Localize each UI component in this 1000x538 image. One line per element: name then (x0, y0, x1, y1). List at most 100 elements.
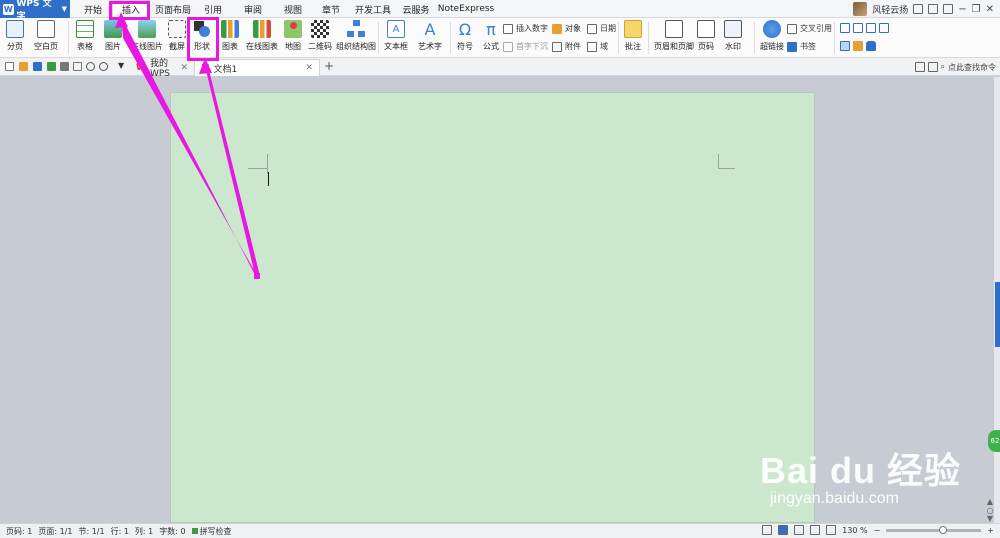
zoom-slider[interactable] (886, 525, 982, 534)
object-button[interactable]: 对象 (552, 23, 581, 34)
outline-view-icon[interactable] (794, 525, 805, 535)
tab-home[interactable]: 开始 (78, 0, 108, 18)
restore-icon[interactable]: ❐ (972, 4, 981, 15)
tab-page-layout[interactable]: 页面布局 (152, 0, 194, 18)
zoom-out-icon[interactable]: − (874, 526, 881, 535)
zoom-slider-knob[interactable] (938, 525, 947, 534)
open-icon[interactable] (19, 62, 28, 71)
shading-icon[interactable] (840, 41, 850, 51)
lock-icon[interactable] (866, 41, 876, 51)
insert-number-button[interactable]: 插入数字 (503, 23, 548, 34)
export-icon[interactable] (47, 62, 56, 71)
symbol-label: 符号 (457, 42, 473, 51)
tab-document1[interactable]: ▤ 文档1 ✕ (194, 59, 320, 76)
tab-cloud[interactable]: 云服务 (398, 0, 434, 18)
preview-icon[interactable] (73, 62, 82, 71)
tab-my-wps[interactable]: W 我的WPS ✕ (130, 59, 194, 79)
skin-icon[interactable] (928, 4, 939, 14)
table-button[interactable]: 表格 (76, 20, 94, 52)
tab-developer[interactable]: 开发工具 (352, 0, 394, 18)
new-tab-icon[interactable]: + (324, 59, 334, 73)
page-break-label: 分页 (7, 42, 23, 51)
close-icon[interactable]: ✕ (305, 63, 313, 73)
tab-label: 文档1 (213, 64, 238, 75)
ribbon-divider (68, 22, 69, 54)
workspace (0, 77, 994, 523)
zoom-in-icon[interactable]: + (987, 526, 994, 535)
formula-button[interactable]: π 公式 (482, 20, 500, 52)
document-page[interactable] (170, 92, 815, 523)
read-view-icon[interactable] (826, 525, 837, 535)
checkbox-form-icon[interactable] (853, 23, 863, 33)
map-button[interactable]: 地图 (284, 20, 302, 52)
qrcode-button[interactable]: 二维码 (308, 20, 332, 52)
status-pages: 页面: 1/1 (38, 526, 73, 536)
textbox-button[interactable]: A 文本框 (384, 20, 408, 52)
tab-view[interactable]: 视图 (278, 0, 308, 18)
redo-icon[interactable] (99, 62, 108, 71)
drop-cap-label: 首字下沉 (516, 42, 548, 51)
online-picture-button[interactable]: 在线图片 (131, 20, 163, 52)
dropdown-form-icon[interactable] (866, 23, 876, 33)
attachment-button[interactable]: 附件 (552, 41, 581, 52)
help-icon[interactable] (943, 4, 954, 14)
minimize-icon[interactable]: − (958, 4, 966, 15)
chevron-down-icon: ▼ (61, 5, 67, 13)
layout-icon[interactable] (914, 62, 925, 72)
command-search[interactable]: ⌕ 点此查找命令 (914, 60, 996, 74)
blank-page-button[interactable]: 空白页 (34, 20, 58, 52)
scrollbar-side-tab[interactable] (995, 282, 1000, 347)
date-button[interactable]: 日期 (587, 23, 616, 34)
undo-icon[interactable] (86, 62, 95, 71)
chevron-down-icon[interactable]: ▼ (118, 61, 124, 70)
wordart-button[interactable]: A 艺术字 (418, 20, 442, 52)
side-badge[interactable]: 62 (988, 430, 1000, 452)
header-footer-button[interactable]: 页眉和页脚 (654, 20, 694, 52)
ribbon-divider (648, 22, 649, 54)
sidebar-icon[interactable] (927, 62, 938, 72)
org-chart-label: 组织结构图 (336, 42, 376, 51)
hyperlink-button[interactable]: 超链接 (760, 20, 784, 52)
search-command-label: 点此查找命令 (948, 62, 996, 72)
spell-check-toggle[interactable]: 拼写检查 (191, 526, 232, 537)
tab-noteexpress[interactable]: NoteExpress (438, 0, 494, 18)
picture-button[interactable]: 图片 (104, 20, 122, 52)
close-icon[interactable]: ✕ (986, 4, 994, 15)
cross-ref-button[interactable]: 交叉引用 (787, 23, 832, 34)
watermark-button[interactable]: 水印 (724, 20, 742, 52)
bookmark-button[interactable]: 书签 (787, 41, 816, 52)
tab-section[interactable]: 章节 (316, 0, 346, 18)
edit-icon[interactable] (853, 41, 863, 51)
page-number-button[interactable]: 页码 (697, 20, 715, 52)
org-chart-button[interactable]: 组织结构图 (336, 20, 376, 52)
page-view-icon[interactable] (778, 525, 789, 535)
print-icon[interactable] (60, 62, 69, 71)
app-menu-button[interactable]: W WPS 文字 ▼ (0, 0, 70, 22)
zoom-level[interactable]: 130 % (842, 526, 867, 535)
tab-references[interactable]: 引用 (198, 0, 228, 18)
page-number-label: 页码 (698, 42, 714, 51)
close-icon[interactable]: ✕ (180, 63, 188, 73)
save-icon[interactable] (33, 62, 42, 71)
notification-icon[interactable] (913, 4, 924, 14)
tab-review[interactable]: 审阅 (238, 0, 268, 18)
symbol-button[interactable]: Ω 符号 (456, 20, 474, 52)
avatar[interactable] (853, 2, 868, 16)
online-chart-label: 在线图表 (246, 42, 278, 51)
chart-button[interactable]: 图表 (221, 20, 239, 52)
form-tools-row (840, 41, 876, 51)
field-button[interactable]: 域 (587, 41, 608, 52)
focus-mode-icon[interactable] (762, 525, 773, 535)
screenshot-button[interactable]: 截屏 (168, 20, 186, 52)
next-page-icon[interactable]: ▼ (985, 513, 995, 523)
drop-cap-button[interactable]: 首字下沉 (503, 41, 548, 52)
page-break-button[interactable]: 分页 (6, 20, 24, 52)
comment-button[interactable]: 批注 (624, 20, 642, 52)
web-view-icon[interactable] (810, 525, 821, 535)
text-form-icon[interactable] (840, 23, 850, 33)
status-word-count[interactable]: 字数: 0 (159, 526, 185, 537)
frame-form-icon[interactable] (879, 23, 889, 33)
user-name[interactable]: 风轻云扬 (872, 3, 908, 16)
new-icon[interactable] (5, 62, 14, 71)
online-chart-button[interactable]: 在线图表 (246, 20, 278, 52)
